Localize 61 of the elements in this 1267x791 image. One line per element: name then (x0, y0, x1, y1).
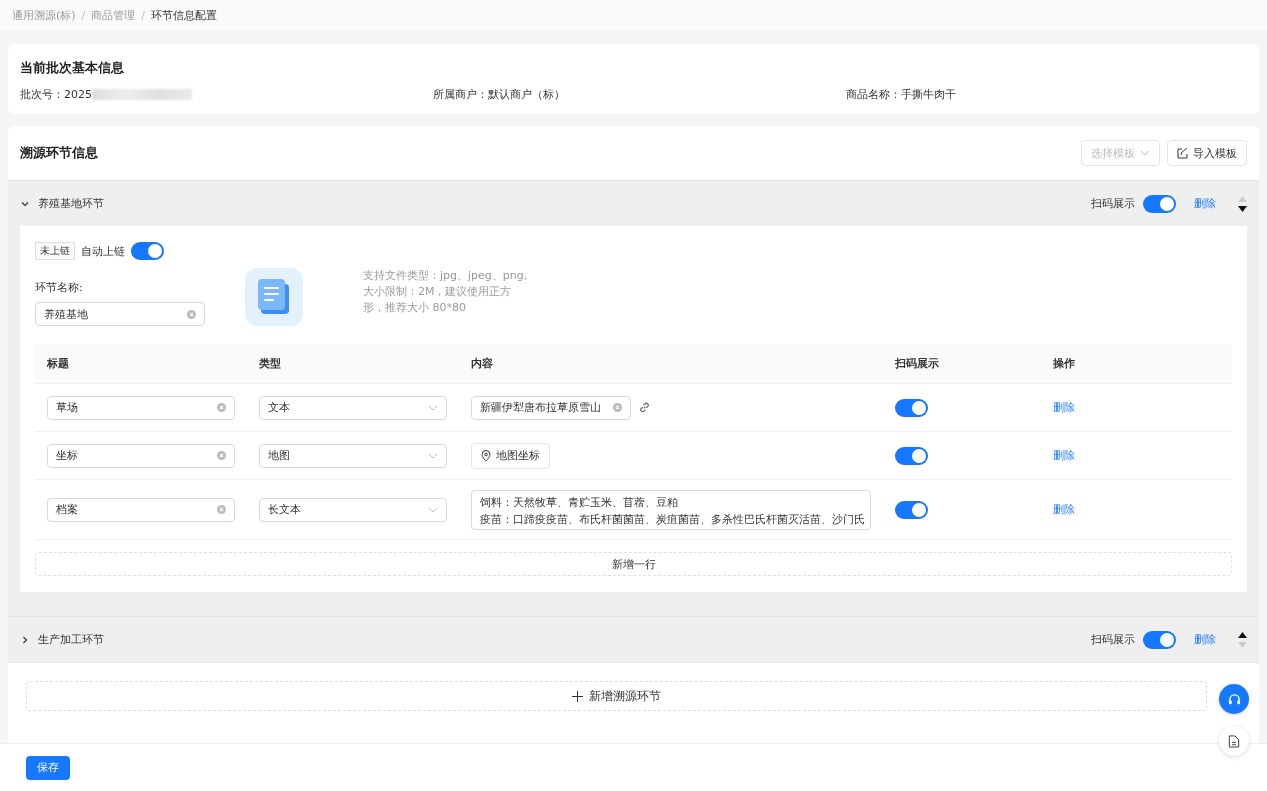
title-field[interactable]: 草场 (47, 395, 235, 420)
type-select[interactable]: 长文本 (259, 497, 447, 522)
type-select[interactable]: 地图 (259, 443, 447, 468)
section-title: 溯源环节信息 (20, 144, 98, 162)
breadcrumb-separator: / (141, 8, 146, 22)
add-row-button[interactable]: 新增一行 (35, 552, 1232, 576)
info-field: 批次号：2025 (20, 87, 92, 102)
stage-name-field[interactable]: 养殖基地 (35, 302, 205, 326)
location-pin-icon (481, 449, 491, 462)
scan-display-switch[interactable] (895, 446, 928, 465)
breadcrumb-link[interactable]: 环节信息配置 (151, 7, 218, 23)
input-field[interactable]: 新疆伊犁唐布拉草原雪山 (471, 395, 631, 420)
upload-hint: 支持文件类型：jpg、jpeg、png, 大小限制：2M，建议使用正方 形，推荐大小 80*80 (363, 268, 528, 316)
chevron-down-icon (1140, 150, 1150, 156)
column-header: 内容 (471, 356, 493, 371)
delete-link[interactable]: 删除 (1053, 448, 1075, 463)
scan-display-switch[interactable] (1143, 630, 1176, 649)
scan-display-label: 扫码展示 (1091, 196, 1135, 211)
info-field: 所属商户：默认商户（标） (433, 87, 565, 102)
delete-link[interactable]: 删除 (1194, 196, 1216, 211)
column-header: 操作 (1053, 356, 1075, 371)
stage-title: 养殖基地环节 (38, 196, 105, 211)
stage-name-label: 环节名称: (35, 280, 84, 295)
file-icon (1228, 734, 1240, 748)
delete-link[interactable]: 删除 (1194, 632, 1216, 647)
chevron-right-icon[interactable] (20, 634, 30, 645)
chevron-down-icon (428, 452, 438, 459)
section-title: 当前批次基本信息 (20, 60, 125, 77)
auto-chain-label: 自动上链 (81, 243, 125, 259)
breadcrumb-separator: / (81, 8, 86, 22)
stage-title: 生产加工环节 (38, 632, 105, 647)
column-header: 扫码展示 (895, 356, 939, 371)
image-upload[interactable] (245, 268, 303, 326)
type-select[interactable]: 文本 (259, 395, 447, 420)
save-button[interactable]: 保存 (26, 755, 70, 780)
column-header: 类型 (259, 356, 281, 371)
scan-display-switch[interactable] (1143, 194, 1176, 213)
move-up-icon[interactable] (1238, 631, 1247, 638)
info-field: 商品名称：手撕牛肉干 (846, 87, 956, 102)
import-template-button[interactable]: 导入模板 (1167, 140, 1247, 166)
document-icon (257, 278, 291, 316)
scan-display-label: 扫码展示 (1091, 632, 1135, 647)
edit-icon (1177, 147, 1188, 159)
title-field[interactable]: 档案 (47, 497, 235, 522)
scan-display-switch[interactable] (895, 500, 928, 519)
column-header: 标题 (47, 356, 69, 371)
title-field[interactable]: 坐标 (47, 443, 235, 468)
chevron-down-icon (428, 506, 438, 513)
scan-display-switch[interactable] (895, 398, 928, 417)
headset-icon (1227, 692, 1241, 706)
auto-chain-switch[interactable] (131, 242, 164, 260)
plus-icon (572, 690, 583, 702)
add-stage-button[interactable]: 新增溯源环节 (26, 681, 1207, 711)
textarea-field[interactable]: 饲料：天然牧草、青贮玉米、苜蓿、豆粕 疫苗：口蹄疫疫苗、布氏杆菌菌苗、炭疽菌苗、多杀性巴氏杆菌灭活苗、沙门氏 (471, 489, 871, 530)
move-down-icon[interactable] (1238, 205, 1247, 212)
delete-link[interactable]: 删除 (1053, 400, 1075, 415)
chevron-down-icon (428, 404, 438, 411)
link-icon[interactable] (639, 402, 650, 413)
map-coordinate-button[interactable]: 地图坐标 (471, 442, 550, 469)
delete-link[interactable]: 删除 (1053, 502, 1075, 517)
chain-status-tag: 未上链 (35, 242, 75, 260)
